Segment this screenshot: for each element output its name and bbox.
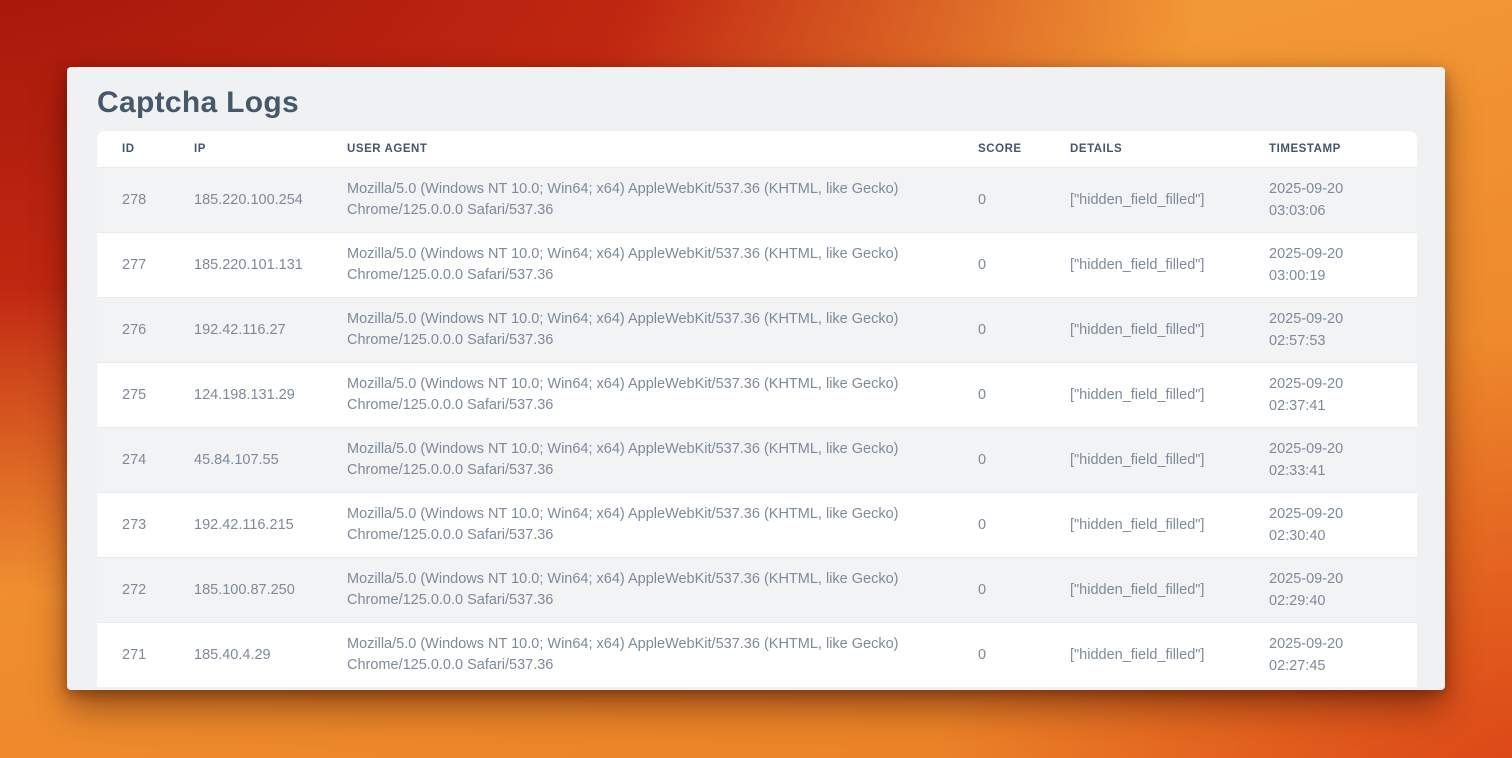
cell-id: 275 — [97, 363, 169, 428]
page-background: Captcha Logs IDIPUSER AGENTSCOREDETAILST… — [0, 0, 1512, 758]
column-header-details: DETAILS — [1045, 131, 1244, 168]
table-row: 271185.40.4.29Mozilla/5.0 (Windows NT 10… — [97, 623, 1417, 688]
cell-details: ["hidden_field_filled"] — [1045, 298, 1244, 363]
cell-ip: 192.42.116.27 — [169, 298, 322, 363]
column-header-ip: IP — [169, 131, 322, 168]
cell-id: 273 — [97, 493, 169, 558]
cell-details: ["hidden_field_filled"] — [1045, 233, 1244, 298]
logs-table: IDIPUSER AGENTSCOREDETAILSTIMESTAMP 2781… — [97, 131, 1417, 687]
cell-ua: Mozilla/5.0 (Windows NT 10.0; Win64; x64… — [322, 558, 953, 623]
cell-score: 0 — [953, 168, 1045, 233]
table-header-row: IDIPUSER AGENTSCOREDETAILSTIMESTAMP — [97, 131, 1417, 168]
cell-timestamp: 2025-09-20 02:27:45 — [1244, 623, 1417, 688]
cell-timestamp: 2025-09-20 02:33:41 — [1244, 428, 1417, 493]
table-row: 276192.42.116.27Mozilla/5.0 (Windows NT … — [97, 298, 1417, 363]
column-header-id: ID — [97, 131, 169, 168]
cell-details: ["hidden_field_filled"] — [1045, 428, 1244, 493]
cell-timestamp: 2025-09-20 03:03:06 — [1244, 168, 1417, 233]
table-row: 272185.100.87.250Mozilla/5.0 (Windows NT… — [97, 558, 1417, 623]
cell-details: ["hidden_field_filled"] — [1045, 168, 1244, 233]
cell-id: 271 — [97, 623, 169, 688]
table-row: 275124.198.131.29Mozilla/5.0 (Windows NT… — [97, 363, 1417, 428]
cell-ua: Mozilla/5.0 (Windows NT 10.0; Win64; x64… — [322, 623, 953, 688]
cell-details: ["hidden_field_filled"] — [1045, 493, 1244, 558]
cell-id: 274 — [97, 428, 169, 493]
cell-timestamp: 2025-09-20 02:29:40 — [1244, 558, 1417, 623]
cell-score: 0 — [953, 493, 1045, 558]
cell-score: 0 — [953, 428, 1045, 493]
cell-score: 0 — [953, 623, 1045, 688]
cell-score: 0 — [953, 363, 1045, 428]
cell-details: ["hidden_field_filled"] — [1045, 623, 1244, 688]
logs-table-container: IDIPUSER AGENTSCOREDETAILSTIMESTAMP 2781… — [97, 131, 1417, 687]
cell-id: 276 — [97, 298, 169, 363]
cell-id: 277 — [97, 233, 169, 298]
cell-timestamp: 2025-09-20 02:57:53 — [1244, 298, 1417, 363]
cell-ua: Mozilla/5.0 (Windows NT 10.0; Win64; x64… — [322, 428, 953, 493]
cell-ua: Mozilla/5.0 (Windows NT 10.0; Win64; x64… — [322, 493, 953, 558]
cell-details: ["hidden_field_filled"] — [1045, 363, 1244, 428]
cell-ua: Mozilla/5.0 (Windows NT 10.0; Win64; x64… — [322, 298, 953, 363]
cell-ip: 192.42.116.215 — [169, 493, 322, 558]
column-header-timestamp: TIMESTAMP — [1244, 131, 1417, 168]
cell-score: 0 — [953, 298, 1045, 363]
cell-ip: 185.220.101.131 — [169, 233, 322, 298]
cell-score: 0 — [953, 558, 1045, 623]
table-row: 278185.220.100.254Mozilla/5.0 (Windows N… — [97, 168, 1417, 233]
table-row: 277185.220.101.131Mozilla/5.0 (Windows N… — [97, 233, 1417, 298]
cell-ip: 185.100.87.250 — [169, 558, 322, 623]
table-row: 273192.42.116.215Mozilla/5.0 (Windows NT… — [97, 493, 1417, 558]
cell-ua: Mozilla/5.0 (Windows NT 10.0; Win64; x64… — [322, 233, 953, 298]
cell-timestamp: 2025-09-20 02:30:40 — [1244, 493, 1417, 558]
cell-details: ["hidden_field_filled"] — [1045, 558, 1244, 623]
cell-ip: 185.220.100.254 — [169, 168, 322, 233]
column-header-score: SCORE — [953, 131, 1045, 168]
cell-ip: 45.84.107.55 — [169, 428, 322, 493]
cell-ua: Mozilla/5.0 (Windows NT 10.0; Win64; x64… — [322, 168, 953, 233]
cell-id: 272 — [97, 558, 169, 623]
captcha-logs-card: Captcha Logs IDIPUSER AGENTSCOREDETAILST… — [67, 67, 1445, 690]
table-row: 27445.84.107.55Mozilla/5.0 (Windows NT 1… — [97, 428, 1417, 493]
cell-timestamp: 2025-09-20 03:00:19 — [1244, 233, 1417, 298]
cell-score: 0 — [953, 233, 1045, 298]
page-title: Captcha Logs — [97, 85, 1445, 121]
cell-ip: 185.40.4.29 — [169, 623, 322, 688]
cell-ip: 124.198.131.29 — [169, 363, 322, 428]
cell-ua: Mozilla/5.0 (Windows NT 10.0; Win64; x64… — [322, 363, 953, 428]
cell-id: 278 — [97, 168, 169, 233]
cell-timestamp: 2025-09-20 02:37:41 — [1244, 363, 1417, 428]
column-header-ua: USER AGENT — [322, 131, 953, 168]
